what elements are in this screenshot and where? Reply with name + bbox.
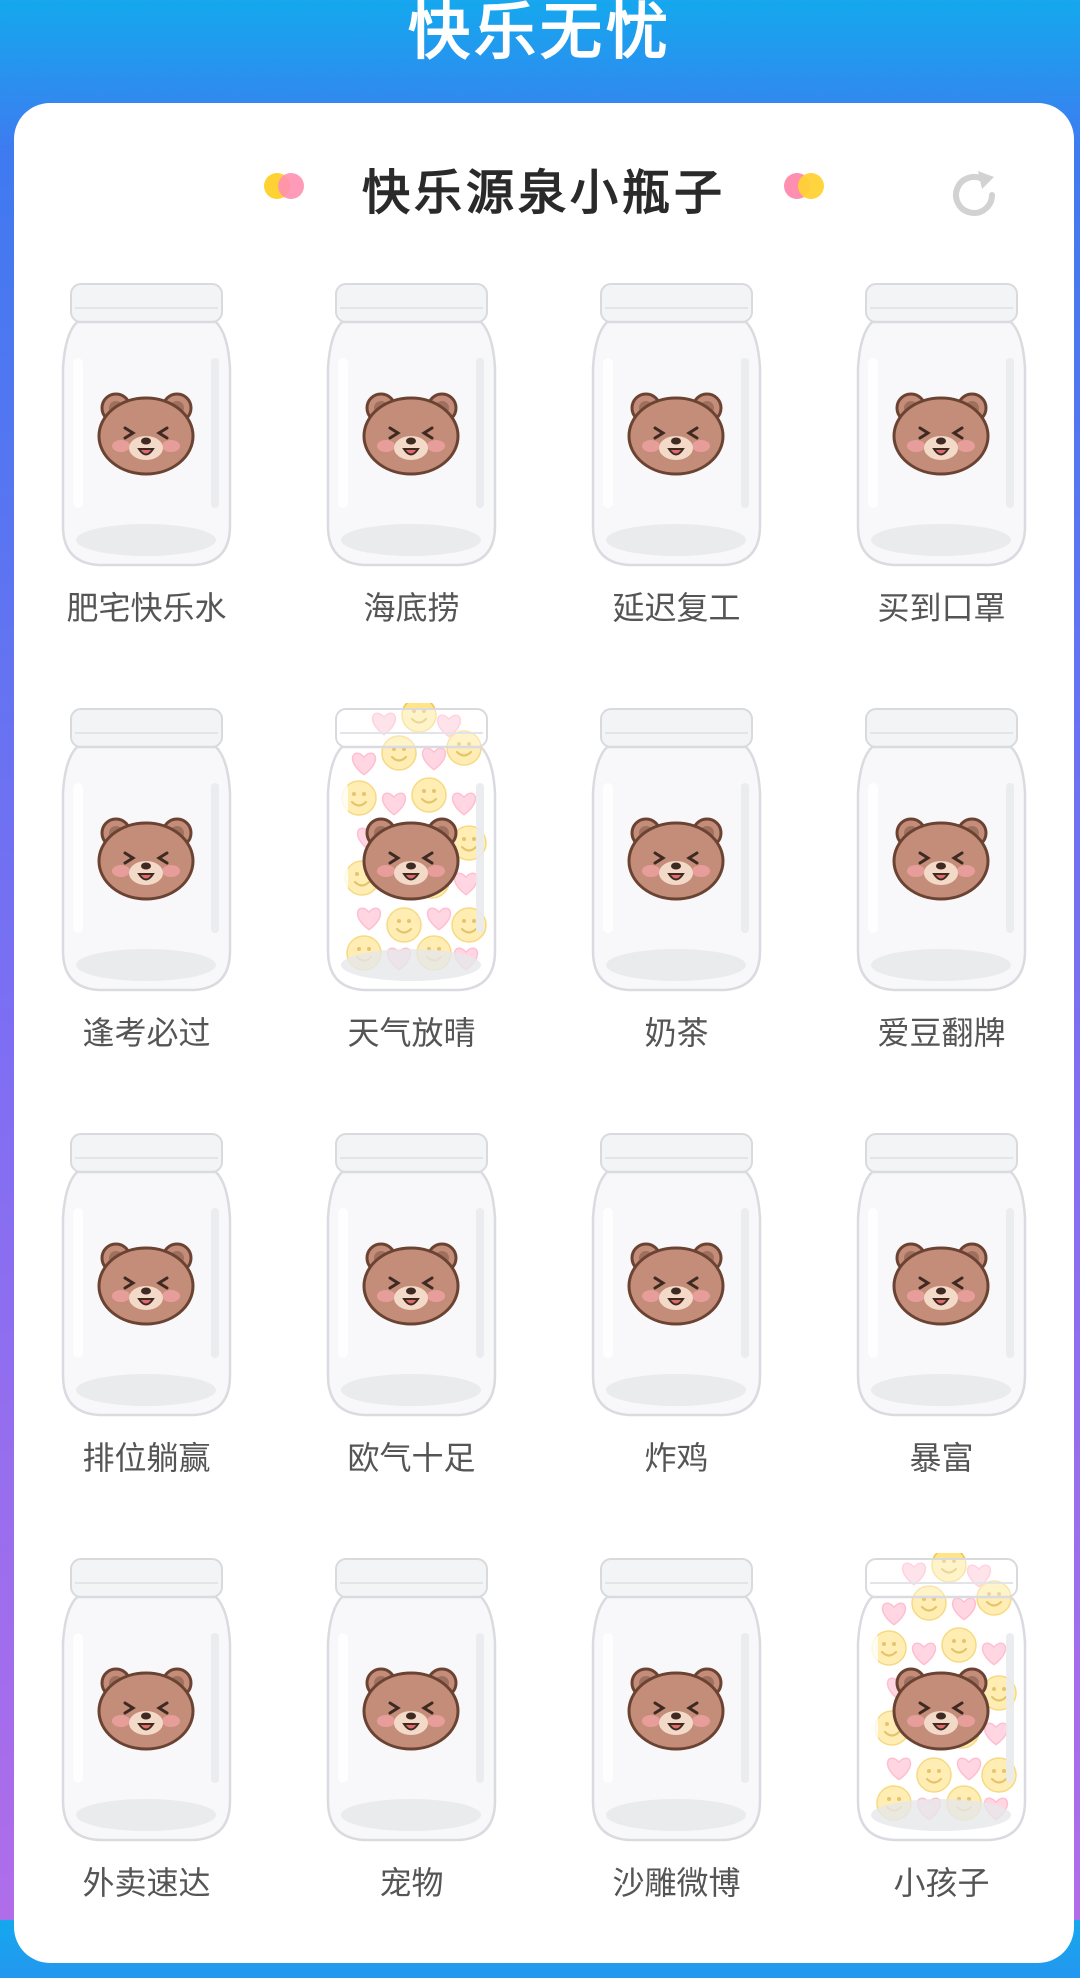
bear-face-icon xyxy=(97,1242,195,1326)
jar-label: 排位躺赢 xyxy=(82,1439,211,1477)
jar-label: 买到口罩 xyxy=(877,589,1006,627)
jar-label: 天气放晴 xyxy=(347,1014,476,1052)
jar-icon xyxy=(591,283,762,567)
jar-item[interactable]: 肥宅快乐水 xyxy=(14,278,279,703)
bear-face-icon xyxy=(362,817,460,901)
jar-icon xyxy=(326,703,497,992)
bear-face-icon xyxy=(97,392,195,476)
bear-face-icon xyxy=(362,392,460,476)
bear-face-icon xyxy=(892,817,990,901)
jar-icon xyxy=(591,1558,762,1842)
jar-item[interactable]: 延迟复工 xyxy=(544,278,809,703)
decorative-dots-right xyxy=(784,173,830,201)
jar-item[interactable]: 小孩子 xyxy=(809,1553,1074,1978)
refresh-icon[interactable] xyxy=(944,165,1004,225)
bear-face-icon xyxy=(627,1242,725,1326)
jar-icon xyxy=(61,1558,232,1842)
jar-item[interactable]: 外卖速达 xyxy=(14,1553,279,1978)
card-title: 快乐源泉小瓶子 xyxy=(361,165,726,221)
bear-face-icon xyxy=(627,1667,725,1751)
jar-icon xyxy=(61,1133,232,1417)
jar-item[interactable]: 暴富 xyxy=(809,1128,1074,1553)
jar-icon xyxy=(856,708,1027,992)
card-header: 快乐源泉小瓶子 xyxy=(14,143,1074,223)
jar-icon xyxy=(591,1133,762,1417)
jar-item[interactable]: 奶茶 xyxy=(544,703,809,1128)
jar-item[interactable]: 逢考必过 xyxy=(14,703,279,1128)
bear-face-icon xyxy=(362,1667,460,1751)
jar-item[interactable]: 炸鸡 xyxy=(544,1128,809,1553)
jar-item[interactable]: 爱豆翻牌 xyxy=(809,703,1074,1128)
jar-card: 快乐源泉小瓶子 肥宅快乐水 海底捞 延迟复工 买到口罩 逢考必过 天气放晴 奶茶… xyxy=(14,103,1074,1963)
bear-face-icon xyxy=(362,1242,460,1326)
jar-item[interactable]: 排位躺赢 xyxy=(14,1128,279,1553)
jar-label: 小孩子 xyxy=(893,1864,990,1902)
jar-label: 宠物 xyxy=(379,1864,444,1902)
jar-label: 海底捞 xyxy=(363,589,460,627)
bear-face-icon xyxy=(892,1242,990,1326)
jar-item[interactable]: 天气放晴 xyxy=(279,703,544,1128)
jar-item[interactable]: 海底捞 xyxy=(279,278,544,703)
jar-icon xyxy=(856,1133,1027,1417)
jar-icon xyxy=(326,283,497,567)
jar-icon xyxy=(61,708,232,992)
bear-face-icon xyxy=(97,817,195,901)
jar-icon xyxy=(61,283,232,567)
bear-face-icon xyxy=(892,1667,990,1751)
jar-label: 炸鸡 xyxy=(644,1439,709,1477)
jar-grid: 肥宅快乐水 海底捞 延迟复工 买到口罩 逢考必过 天气放晴 奶茶 爱豆翻牌 排位… xyxy=(14,278,1074,1978)
jar-label: 暴富 xyxy=(909,1439,974,1477)
jar-label: 欧气十足 xyxy=(347,1439,476,1477)
bear-face-icon xyxy=(627,817,725,901)
jar-icon xyxy=(591,708,762,992)
jar-icon xyxy=(856,1553,1027,1842)
jar-label: 沙雕微博 xyxy=(612,1864,741,1902)
jar-item[interactable]: 沙雕微博 xyxy=(544,1553,809,1978)
jar-label: 奶茶 xyxy=(644,1014,709,1052)
jar-label: 爱豆翻牌 xyxy=(877,1014,1006,1052)
jar-label: 肥宅快乐水 xyxy=(66,589,227,627)
jar-label: 外卖速达 xyxy=(82,1864,211,1902)
jar-item[interactable]: 买到口罩 xyxy=(809,278,1074,703)
jar-label: 逢考必过 xyxy=(82,1014,211,1052)
jar-icon xyxy=(326,1133,497,1417)
jar-icon xyxy=(326,1558,497,1842)
app-title: 快乐无忧 xyxy=(407,0,672,68)
jar-item[interactable]: 欧气十足 xyxy=(279,1128,544,1553)
jar-label: 延迟复工 xyxy=(612,589,741,627)
bear-face-icon xyxy=(97,1667,195,1751)
jar-icon xyxy=(856,283,1027,567)
jar-item[interactable]: 宠物 xyxy=(279,1553,544,1978)
bear-face-icon xyxy=(627,392,725,476)
bear-face-icon xyxy=(892,392,990,476)
